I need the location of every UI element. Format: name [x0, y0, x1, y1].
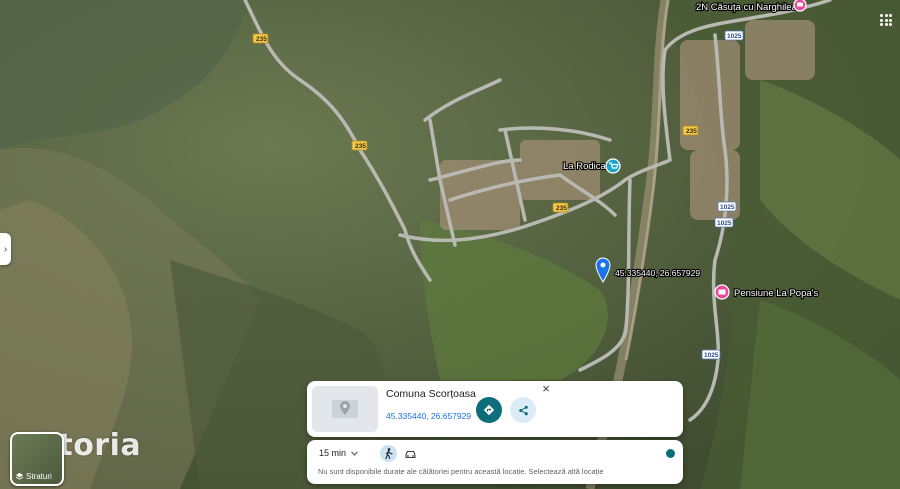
road-number-badge: 235 — [552, 202, 569, 213]
walking-mode-button[interactable] — [380, 445, 397, 462]
poi-casuta-cu-narghilea[interactable]: 2N Căsuța cu Narghilea — [695, 0, 807, 14]
directions-icon — [483, 404, 495, 416]
duration-dropdown[interactable]: 15 min — [319, 448, 358, 458]
road-badge-label: 1025 — [717, 220, 732, 227]
layers-label: Straturi — [26, 472, 52, 481]
layers-button[interactable]: Straturi — [10, 432, 64, 486]
poi-label: La Rodica — [563, 161, 606, 172]
driving-mode-button[interactable] — [403, 447, 417, 461]
road-badge-label: 1025 — [720, 204, 735, 211]
poi-label: Pensiune La Popa's — [734, 288, 818, 299]
poi-label: 2N Căsuța cu Narghilea — [696, 2, 798, 13]
road-badge-label: 1025 — [704, 352, 719, 359]
road-badge-label: 235 — [686, 128, 697, 135]
poi-la-rodica[interactable]: La Rodica — [562, 158, 621, 174]
apps-grid-icon[interactable] — [880, 14, 892, 26]
walking-icon — [385, 448, 393, 459]
road-badge-label: 1025 — [727, 33, 742, 40]
side-panel-toggle[interactable]: › — [0, 233, 11, 265]
map-placeholder-icon — [332, 400, 358, 418]
chevron-right-icon: › — [3, 243, 8, 255]
duration-value: 15 min — [319, 448, 347, 458]
road-badge-label: 235 — [556, 205, 567, 212]
road-number-badge: 235 — [682, 125, 699, 136]
road-number-badge: 235 — [351, 140, 368, 151]
road-badge-label: 235 — [256, 36, 267, 43]
place-thumbnail[interactable] — [312, 386, 378, 432]
road-number-badge: 1025 — [724, 30, 744, 41]
place-title: Comuna Scorțoasa — [386, 388, 476, 400]
status-indicator — [666, 449, 675, 458]
layers-icon — [15, 472, 24, 480]
road-number-badge: 1025 — [717, 201, 737, 212]
share-icon — [518, 405, 528, 415]
road-number-badge: 1025 — [714, 217, 734, 228]
road-number-badge: 1025 — [701, 349, 721, 360]
chevron-down-icon — [351, 450, 358, 456]
travel-time-panel: 15 min Nu sunt disponibile durate ale că… — [307, 440, 683, 484]
car-icon — [404, 450, 416, 458]
place-coordinates[interactable]: 45.335440, 26.657929 — [386, 411, 471, 421]
road-badge-label: 235 — [355, 143, 366, 150]
directions-button[interactable] — [476, 397, 502, 423]
share-button[interactable] — [510, 397, 536, 423]
place-info-card: Comuna Scorțoasa 45.335440, 26.657929 × — [307, 381, 683, 437]
close-button[interactable]: × — [539, 381, 553, 396]
travel-time-message: Nu sunt disponibile durate ale călătorie… — [318, 467, 604, 476]
road-number-badge: 235 — [252, 33, 269, 44]
pin-coordinates-label: 45.335440, 26.657929 — [615, 268, 700, 278]
